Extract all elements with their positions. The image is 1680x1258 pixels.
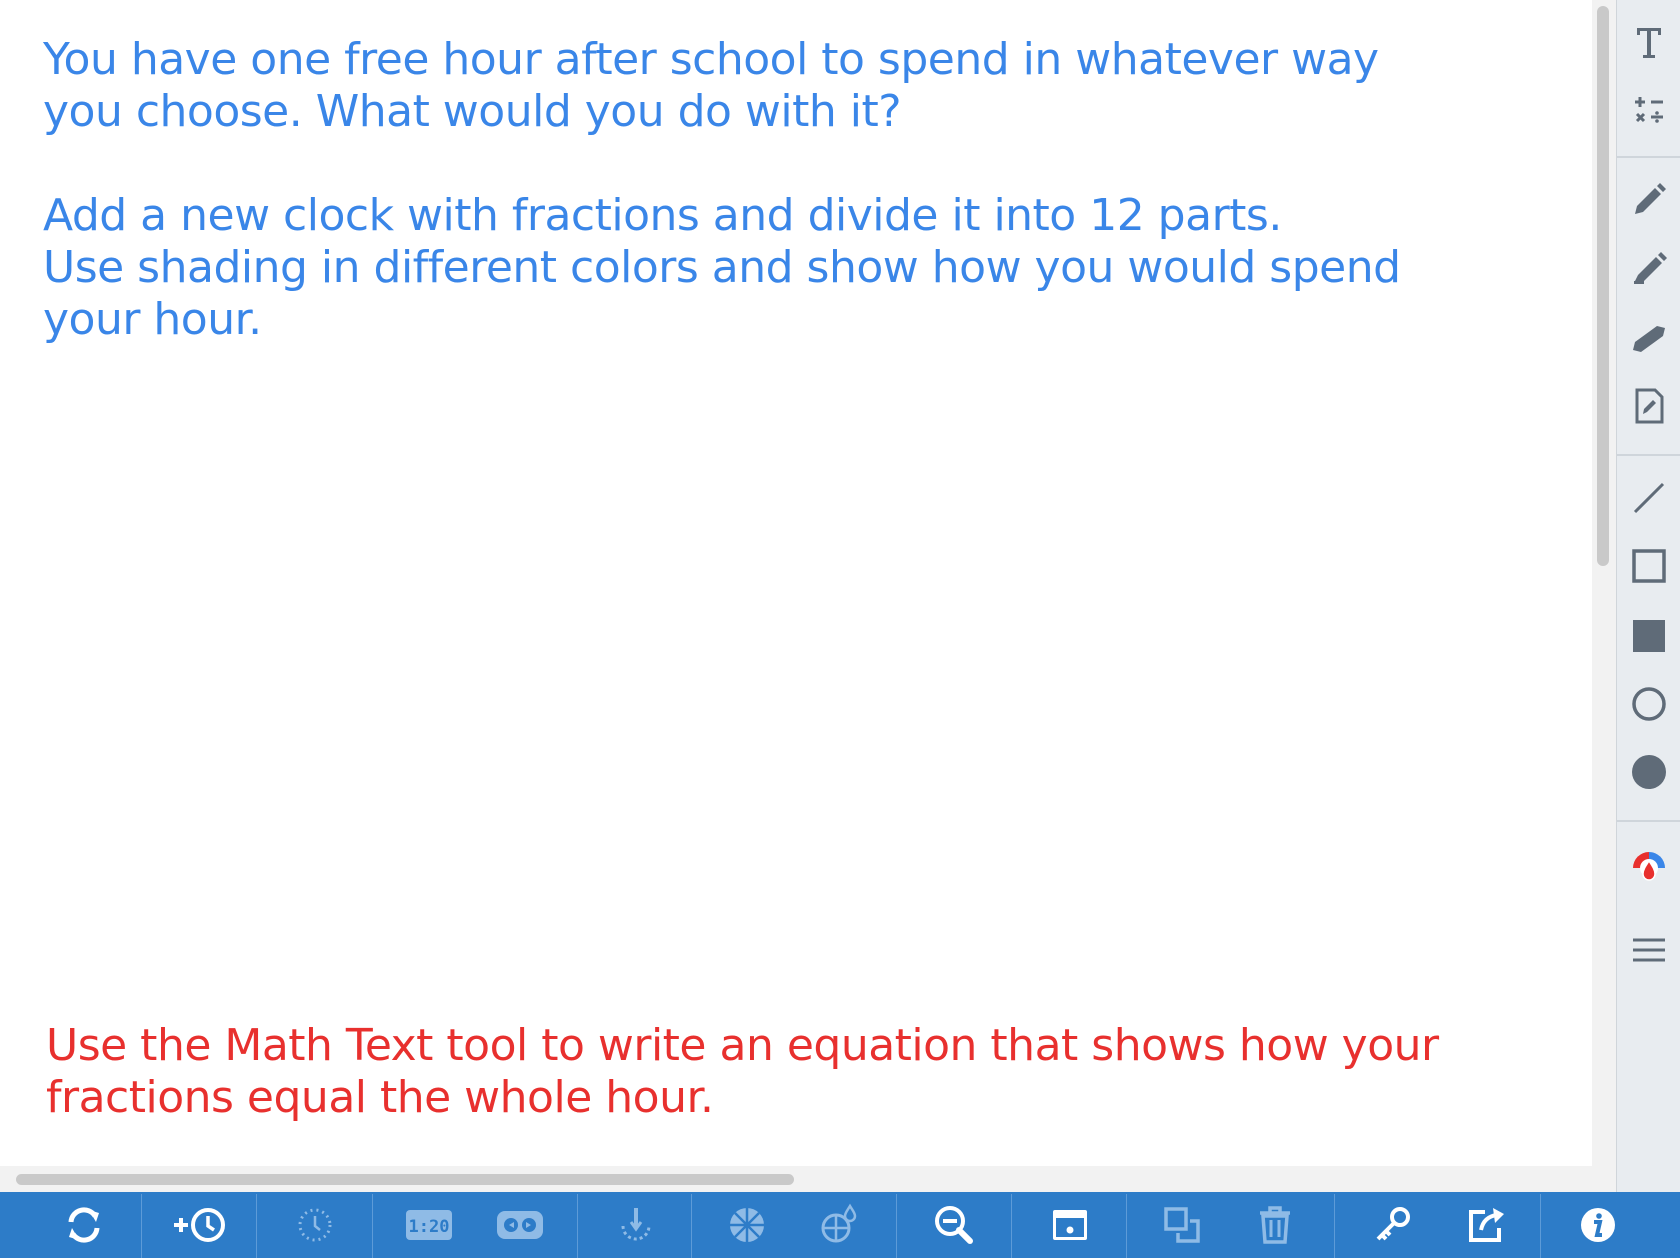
- note-tool-button[interactable]: [1617, 376, 1680, 436]
- prompt-line: You have one free hour after school to s…: [43, 34, 1379, 85]
- rectangle-tool-button[interactable]: [1617, 536, 1680, 596]
- fraction-wheel-button[interactable]: [700, 1192, 794, 1258]
- toggle-icon: [497, 1211, 543, 1239]
- digital-clock-digits: 1:20: [409, 1217, 450, 1237]
- line-weight-icon: [1633, 938, 1665, 962]
- toggle-button[interactable]: [474, 1192, 566, 1258]
- highlighter-tool-button[interactable]: [1617, 306, 1680, 366]
- fraction-color-button[interactable]: [794, 1192, 884, 1258]
- trash-icon: [1260, 1206, 1290, 1244]
- fraction-wheel-icon: [730, 1208, 764, 1242]
- snap-button[interactable]: [586, 1192, 686, 1258]
- text-tool-button[interactable]: [1617, 12, 1680, 72]
- math-text-tool-button[interactable]: [1617, 80, 1680, 140]
- horizontal-scrollbar-thumb[interactable]: [16, 1174, 794, 1185]
- info-button[interactable]: [1548, 1192, 1648, 1258]
- note-line: fractions equal the whole hour.: [46, 1072, 714, 1123]
- duplicate-button[interactable]: [1134, 1192, 1230, 1258]
- refresh-icon: [68, 1207, 100, 1243]
- pencil-tool-button[interactable]: [1617, 170, 1680, 230]
- add-clock-icon: [174, 1208, 225, 1242]
- drawing-canvas[interactable]: You have one free hour after school to s…: [0, 0, 1592, 1192]
- dotted-clock-icon: [298, 1208, 332, 1242]
- line-weight-button[interactable]: [1617, 920, 1680, 980]
- prompt-text: You have one free hour after school to s…: [43, 34, 1523, 346]
- circle-icon: [1632, 687, 1666, 721]
- refresh-button[interactable]: [34, 1192, 134, 1258]
- prompt-line: your hour.: [43, 294, 262, 345]
- circle-tool-button[interactable]: [1617, 674, 1680, 734]
- zoom-out-button[interactable]: [904, 1192, 1004, 1258]
- zoom-out-icon: [935, 1206, 973, 1244]
- prompt-line: Add a new clock with fractions and divid…: [43, 190, 1282, 241]
- bottom-toolbar: 1:20: [0, 1192, 1680, 1258]
- color-picker-button[interactable]: [1617, 838, 1680, 898]
- fraction-color-icon: [821, 1203, 857, 1243]
- add-clock-button[interactable]: [148, 1192, 252, 1258]
- digital-clock-button[interactable]: 1:20: [384, 1192, 474, 1258]
- line-tool-button[interactable]: [1617, 468, 1680, 528]
- line-icon: [1633, 482, 1665, 514]
- dotted-clock-button[interactable]: [262, 1192, 368, 1258]
- vertical-scrollbar-thumb[interactable]: [1597, 6, 1609, 566]
- filled-circle-tool-button[interactable]: [1617, 742, 1680, 802]
- drawing-tools-sidebar: [1616, 0, 1680, 1192]
- filled-rectangle-tool-button[interactable]: [1617, 606, 1680, 666]
- share-icon: [1469, 1208, 1504, 1242]
- note-icon: [1635, 388, 1664, 424]
- marker-icon: [1634, 252, 1667, 284]
- highlighter-icon: [1633, 326, 1665, 352]
- math-text-icon: [1635, 97, 1663, 123]
- info-icon: [1581, 1208, 1615, 1242]
- prompt-line: you choose. What would you do with it?: [43, 86, 902, 137]
- image-icon: [1053, 1210, 1087, 1240]
- text-icon: [1637, 28, 1661, 58]
- share-button[interactable]: [1440, 1192, 1532, 1258]
- pencil-icon: [1635, 183, 1666, 214]
- note-line: Use the Math Text tool to write an equat…: [46, 1020, 1439, 1071]
- snap-icon: [621, 1208, 651, 1241]
- key-icon: [1376, 1207, 1410, 1241]
- image-button[interactable]: [1018, 1192, 1122, 1258]
- duplicate-icon: [1164, 1207, 1200, 1243]
- instruction-note: Use the Math Text tool to write an equat…: [46, 1020, 1526, 1124]
- rectangle-icon: [1632, 549, 1666, 583]
- prompt-line: Use shading in different colors and show…: [43, 242, 1401, 293]
- digital-clock-icon: 1:20: [406, 1210, 452, 1240]
- filled-rectangle-icon: [1633, 620, 1665, 652]
- filled-circle-icon: [1632, 755, 1666, 789]
- delete-button[interactable]: [1230, 1192, 1320, 1258]
- marker-tool-button[interactable]: [1617, 238, 1680, 298]
- key-button[interactable]: [1344, 1192, 1440, 1258]
- color-picker-icon: [1633, 852, 1665, 881]
